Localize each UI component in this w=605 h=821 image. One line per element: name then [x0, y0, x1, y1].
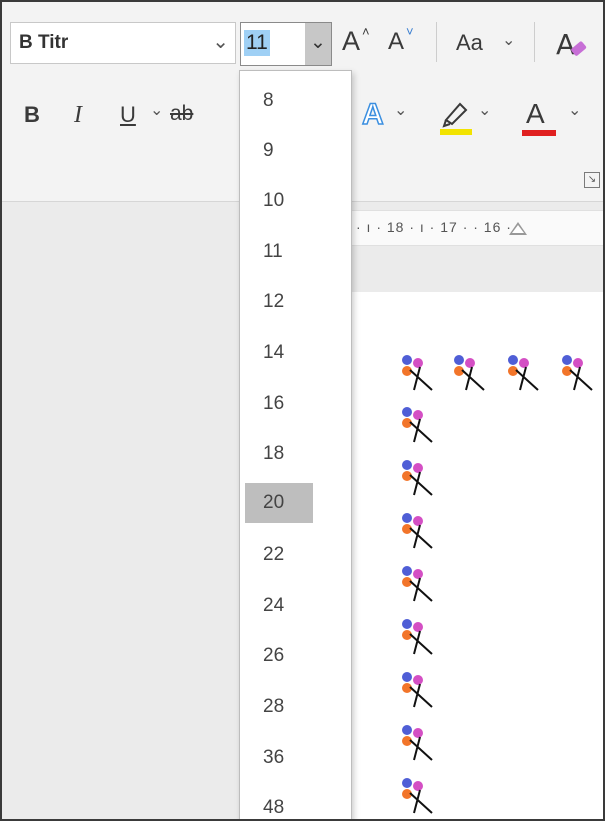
ribbon-separator — [534, 22, 535, 62]
font-name-value: B Titr — [19, 32, 69, 53]
size-option[interactable]: 48 — [245, 788, 313, 819]
horizontal-ruler[interactable]: · ı · 18 · ı · 17 · · 16 · ı — [352, 210, 603, 246]
size-option[interactable]: 24 — [245, 586, 313, 626]
size-option-highlighted[interactable]: 20 — [245, 483, 313, 523]
font-size-dropdown-list[interactable]: 8 9 10 11 12 14 16 18 20 22 24 26 28 36 … — [239, 70, 352, 819]
size-option[interactable]: 14 — [245, 333, 313, 373]
size-option[interactable]: 11 — [245, 232, 313, 272]
grow-font-label: A — [342, 26, 361, 56]
clear-formatting-button[interactable]: A — [554, 24, 594, 64]
size-option[interactable]: 28 — [245, 687, 313, 727]
chevron-down-icon: ⌄ — [394, 102, 408, 119]
balloon-border-icon — [450, 350, 490, 394]
document-page[interactable] — [352, 292, 603, 819]
change-case-label: Aa — [456, 30, 483, 55]
size-option[interactable]: 22 — [245, 535, 313, 575]
ruler-scale: · ı · 18 · ı · 17 · · 16 · ı — [356, 219, 522, 235]
strikethrough-button[interactable]: ab — [170, 102, 210, 132]
caret-up-icon: ˄ — [362, 24, 370, 39]
balloon-border-icon — [398, 455, 438, 499]
balloon-border-icon — [558, 350, 598, 394]
change-case-button[interactable]: Aa ⌄ — [452, 28, 524, 60]
font-size-box[interactable]: 11 ⌄ — [240, 22, 332, 66]
chevron-down-icon: ⌄ — [502, 32, 516, 49]
bold-button[interactable]: B — [24, 102, 48, 132]
highlighter-pen-icon — [440, 102, 472, 135]
balloon-border-icon — [504, 350, 544, 394]
text-effects-label: A — [361, 97, 384, 132]
balloon-border-icon — [398, 667, 438, 711]
highlight-color-button[interactable]: ⌄ — [438, 98, 498, 138]
balloon-border-icon — [398, 508, 438, 552]
shrink-font-button[interactable]: A ˅ — [386, 24, 420, 60]
size-option[interactable]: 18 — [245, 434, 313, 474]
bold-label: B — [24, 102, 40, 127]
size-option[interactable]: 10 — [245, 181, 313, 221]
grow-font-button[interactable]: A ˄ — [340, 24, 374, 60]
chevron-down-icon[interactable]: ⌄ — [150, 100, 163, 120]
font-dialog-launcher-icon[interactable]: ↘ — [584, 172, 600, 188]
underline-button[interactable]: U — [120, 102, 142, 132]
italic-button[interactable]: I — [74, 102, 96, 132]
font-size-dropdown-button[interactable]: ⌄ — [305, 23, 331, 65]
balloon-border-icon — [398, 614, 438, 658]
ribbon-separator — [436, 22, 437, 62]
size-option[interactable]: 36 — [245, 738, 313, 778]
chevron-down-icon: ⌄ — [478, 102, 492, 119]
size-option[interactable]: 16 — [245, 384, 313, 424]
size-option[interactable]: 8 — [245, 81, 313, 121]
balloon-border-icon — [398, 773, 438, 817]
balloon-border-icon — [398, 350, 438, 394]
italic-label: I — [74, 102, 82, 128]
font-color-button[interactable]: A ⌄ — [522, 98, 592, 138]
chevron-down-icon[interactable]: ⌄ — [212, 29, 229, 54]
word-window: B Titr ⌄ 11 ⌄ A ˄ A ˅ Aa ⌄ A B I U ⌄ ab … — [0, 0, 605, 821]
balloon-border-icon — [398, 402, 438, 446]
clear-formatting-icon: A — [556, 28, 587, 61]
font-color-swatch — [522, 130, 556, 136]
size-option[interactable]: 26 — [245, 636, 313, 676]
caret-down-icon: ˅ — [406, 24, 414, 39]
font-name-box[interactable]: B Titr ⌄ — [10, 22, 236, 64]
balloon-border-icon — [398, 720, 438, 764]
balloon-border-icon — [398, 561, 438, 605]
strikethrough-label: ab — [170, 102, 194, 125]
indent-marker-icon[interactable] — [509, 222, 527, 235]
chevron-down-icon: ⌄ — [568, 102, 582, 119]
shrink-font-label: A — [388, 28, 405, 55]
font-size-value[interactable]: 11 — [244, 30, 270, 56]
text-effects-button[interactable]: A ⌄ — [360, 97, 414, 136]
size-option[interactable]: 12 — [245, 282, 313, 322]
font-color-label: A — [526, 98, 545, 129]
size-option[interactable]: 9 — [245, 131, 313, 171]
underline-label: U — [120, 102, 136, 127]
svg-text:A: A — [556, 28, 575, 61]
